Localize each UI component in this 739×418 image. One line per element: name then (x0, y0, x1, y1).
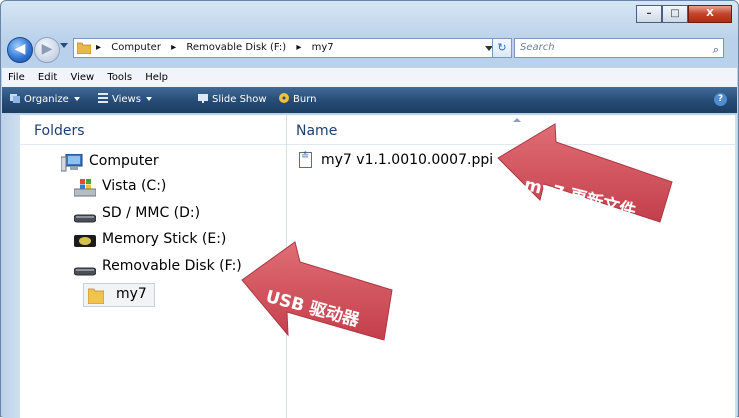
windows-drive-icon (74, 179, 96, 197)
breadcrumb-my7[interactable]: my7 (312, 42, 334, 53)
tree-label: Vista (C:) (102, 178, 167, 194)
back-button[interactable]: ◀ (7, 37, 33, 63)
window-controls: – □ X (636, 5, 732, 23)
slideshow-button[interactable]: Slide Show (198, 87, 267, 113)
menu-help[interactable]: Help (145, 72, 168, 83)
folders-heading[interactable]: Folders (20, 115, 286, 145)
tree-label: my7 (116, 286, 147, 302)
refresh-button[interactable]: ↻ (492, 38, 512, 58)
title-bar: – □ X (1, 1, 738, 31)
search-placeholder: Search (520, 42, 555, 53)
menu-file[interactable]: File (8, 72, 25, 83)
file-name: my7 v1.1.0010.0007.ppi (321, 152, 494, 168)
folder-icon (77, 42, 91, 54)
minimize-button[interactable]: – (636, 5, 662, 23)
back-arrow-icon: ◀ (14, 41, 26, 57)
column-header-name[interactable]: Name (287, 115, 735, 145)
breadcrumb-computer[interactable]: Computer (111, 42, 161, 53)
organize-button[interactable]: Organize (10, 87, 80, 113)
burn-button[interactable]: Burn (279, 87, 316, 113)
refresh-icon: ↻ (497, 41, 507, 54)
menu-tools[interactable]: Tools (107, 72, 132, 83)
removable-drive-icon (74, 267, 96, 276)
tree-label: Computer (89, 153, 159, 169)
burn-disc-icon (279, 93, 289, 103)
close-button[interactable]: X (688, 5, 732, 23)
menu-view[interactable]: View (70, 72, 94, 83)
address-row: ◀ ▶ ▸ Computer ▸ Removable Disk (F:) ▸ m… (7, 35, 732, 63)
views-label: Views (112, 94, 141, 105)
organize-label: Organize (24, 94, 69, 105)
breadcrumb-separator: ▸ (96, 42, 102, 53)
search-icon[interactable]: ⌕ (713, 41, 719, 59)
forward-button[interactable]: ▶ (34, 37, 60, 63)
column-header-label: Name (296, 123, 338, 139)
slideshow-label: Slide Show (212, 94, 267, 105)
command-bar: Organize Views Slide Show Burn ? (2, 87, 737, 113)
maximize-button[interactable]: □ (662, 5, 688, 23)
organize-icon (10, 94, 20, 103)
breadcrumb-removable-disk[interactable]: Removable Disk (F:) (186, 42, 286, 53)
removable-drive-icon (74, 214, 96, 223)
burn-label: Burn (293, 94, 317, 105)
breadcrumb: ▸ Computer ▸ Removable Disk (F:) ▸ my7 (96, 39, 341, 57)
computer-icon (61, 154, 83, 172)
search-input[interactable]: Search ⌕ (514, 38, 724, 58)
window-frame-left (2, 115, 20, 418)
forward-arrow-icon: ▶ (41, 41, 53, 57)
folder-icon (88, 288, 104, 304)
chevron-down-icon (145, 97, 152, 101)
tree-label: SD / MMC (D:) (102, 205, 201, 221)
folders-pane: Folders Computer Vista (C:) SD / MMC (D:… (20, 115, 287, 418)
file-list-pane: Name my7 v1.1.0010.0007.ppi (287, 115, 735, 418)
recent-pages-dropdown[interactable] (60, 43, 68, 48)
breadcrumb-separator: ▸ (296, 42, 302, 53)
help-icon[interactable]: ? (714, 93, 727, 106)
views-button[interactable]: Views (98, 87, 152, 113)
tree-label: Memory Stick (E:) (102, 231, 227, 247)
views-icon (98, 93, 108, 103)
ppi-file-icon (299, 151, 312, 168)
sort-ascending-icon (513, 118, 521, 122)
chevron-down-icon (73, 97, 80, 101)
address-bar[interactable]: ▸ Computer ▸ Removable Disk (F:) ▸ my7 (73, 38, 498, 58)
menu-bar: File Edit View Tools Help (2, 67, 737, 88)
menu-edit[interactable]: Edit (38, 72, 57, 83)
tree-label: Removable Disk (F:) (102, 258, 242, 274)
breadcrumb-separator: ▸ (171, 42, 177, 53)
memory-stick-icon (74, 235, 96, 247)
slideshow-icon (198, 94, 208, 103)
